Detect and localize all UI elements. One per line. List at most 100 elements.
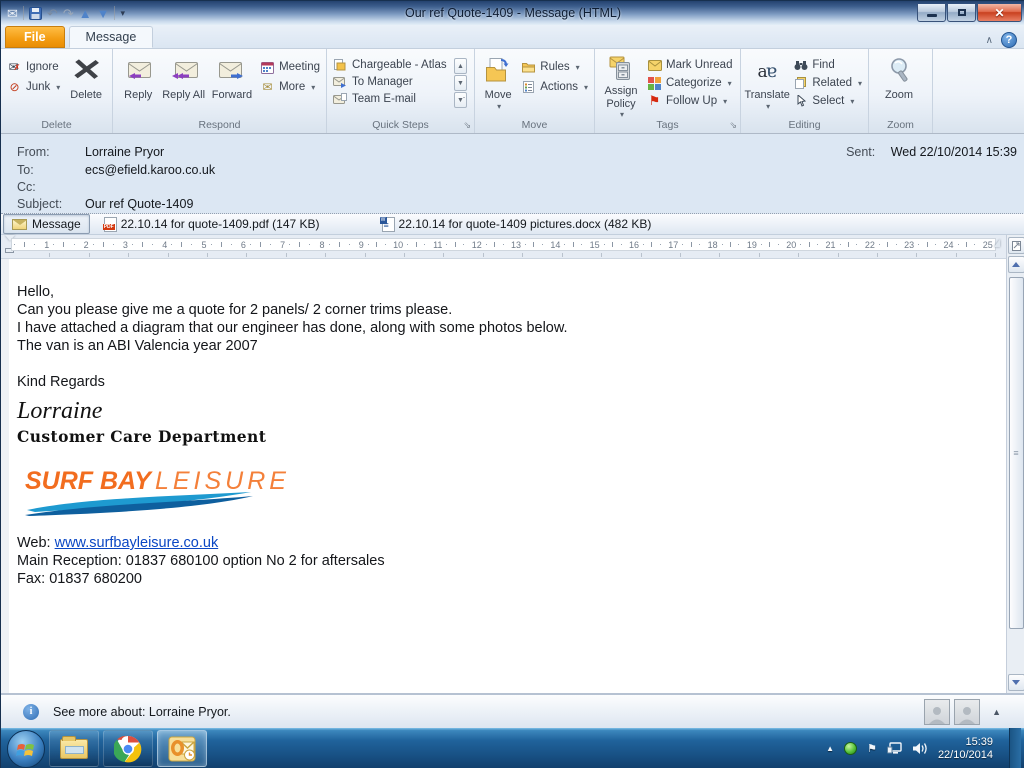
subject-label: Subject: xyxy=(17,197,63,211)
action-center-flag-icon[interactable]: ⚑ xyxy=(867,742,877,755)
vertical-scrollbar[interactable]: ≡ xyxy=(1006,235,1024,693)
reply-all-button[interactable]: Reply All xyxy=(160,52,206,116)
related-button[interactable]: Related xyxy=(790,75,865,91)
tray-status-icon[interactable] xyxy=(844,742,858,755)
system-tray: ▲ ⚑ 15:39 22/10/2014 xyxy=(826,728,1024,768)
ruler-segment: 16 xyxy=(602,240,641,250)
translate-button[interactable]: aɐ Translate xyxy=(744,52,790,116)
ribbon-tab-row: File Message ∧ ? xyxy=(1,25,1024,49)
taskbar-outlook-button[interactable] xyxy=(157,730,207,767)
quick-step-team-email[interactable]: Team E-mail xyxy=(330,91,452,107)
quick-steps-scroll-up[interactable]: ▲ xyxy=(454,58,467,74)
logo-text-secondary: LEISURE xyxy=(154,467,290,495)
taskbar: ▲ ⚑ 15:39 22/10/2014 xyxy=(1,728,1024,768)
ruler-segment: 14 xyxy=(523,240,562,250)
reply-button[interactable]: Reply xyxy=(116,52,160,116)
quick-step-to-manager[interactable]: To Manager xyxy=(330,74,452,90)
ruler-toggle-button[interactable] xyxy=(1007,237,1024,254)
signature-name: Lorraine xyxy=(17,398,103,424)
restore-button[interactable] xyxy=(947,4,976,22)
outlook-icon xyxy=(168,736,196,761)
show-desktop-button[interactable] xyxy=(1009,728,1021,768)
select-button[interactable]: Select xyxy=(790,93,865,109)
rules-button[interactable]: Rules xyxy=(518,59,591,75)
actions-button[interactable]: Actions xyxy=(518,79,591,95)
forward-button[interactable]: Forward xyxy=(207,52,257,116)
quick-step-chargeable-atlas[interactable]: Chargeable - Atlas xyxy=(330,57,452,73)
help-icon[interactable]: ? xyxy=(1001,32,1017,48)
minimize-button[interactable] xyxy=(917,4,946,22)
ruler-segment: 22 xyxy=(838,240,877,250)
from-label: From: xyxy=(17,145,50,159)
categorize-button[interactable]: Categorize xyxy=(644,75,735,91)
ignore-button[interactable]: ✉ ✗ Ignore xyxy=(4,59,63,75)
taskbar-clock[interactable]: 15:39 22/10/2014 xyxy=(938,736,999,762)
mark-unread-button[interactable]: Mark Unread xyxy=(644,57,735,73)
start-button[interactable] xyxy=(7,729,45,768)
fax-line: Fax: 01837 680200 xyxy=(17,571,142,587)
taskbar-explorer-button[interactable] xyxy=(49,730,99,767)
zoom-button[interactable]: Zoom xyxy=(872,52,926,116)
avatar[interactable] xyxy=(924,698,951,725)
move-button[interactable]: Move xyxy=(478,52,518,116)
delete-button[interactable]: ✕ Delete xyxy=(63,52,109,116)
junk-button[interactable]: ⊘ Junk xyxy=(4,79,63,95)
scroll-down-button[interactable] xyxy=(1007,674,1024,691)
tray-expand-icon[interactable]: ▲ xyxy=(826,744,834,753)
attachment-pdf[interactable]: PDF 22.10.14 for quote-1409.pdf (147 KB) xyxy=(102,216,320,232)
ruler-segment: 13 xyxy=(484,240,523,250)
message-body[interactable]: Hello, Can you please give me a quote fo… xyxy=(1,259,1006,693)
chrome-icon xyxy=(114,735,142,762)
dialog-launcher-icon[interactable]: ⇘ xyxy=(729,120,737,131)
cc-label: Cc: xyxy=(17,180,36,194)
title-bar: ✉ ↶ ↷ ▲ ▼ ▾ Our ref Quote-1409 - Message… xyxy=(1,1,1024,25)
close-button[interactable]: ✕ xyxy=(977,4,1022,22)
web-label: Web: xyxy=(17,535,55,551)
ruler-zone: 1 2 3 4 5 6 7 8 9 10 11 12 13 14 15 16 17 18 19 20 21 22 23 24 2… xyxy=(1,235,1006,259)
to-label: To: xyxy=(17,163,34,177)
body-line: I have attached a diagram that our engin… xyxy=(17,320,568,336)
ruler-segment: 18 xyxy=(680,240,719,250)
body-line: Hello, xyxy=(17,284,55,300)
volume-icon[interactable] xyxy=(912,742,928,755)
quick-step-envelope-page-icon xyxy=(332,92,347,106)
more-respond-button[interactable]: ✉ More xyxy=(257,79,323,95)
quick-steps-more[interactable]: ▼̄ xyxy=(454,92,467,108)
scroll-thumb[interactable]: ≡ xyxy=(1008,277,1024,629)
translate-icon: aɐ xyxy=(757,59,777,82)
avatar[interactable] xyxy=(954,698,981,725)
dialog-launcher-icon[interactable]: ⇘ xyxy=(463,120,471,131)
body-line: Can you please give me a quote for 2 pan… xyxy=(17,302,453,318)
taskbar-chrome-button[interactable] xyxy=(103,730,153,767)
junk-icon: ⊘ xyxy=(9,80,20,94)
scroll-up-button[interactable] xyxy=(1007,256,1024,273)
to-value: ecs@efield.karoo.co.uk xyxy=(85,163,216,177)
ruler-segment: 4 xyxy=(130,240,169,250)
tab-message[interactable]: Message xyxy=(68,26,154,48)
surf-bay-leisure-logo: SURF BAY LEISURE xyxy=(25,469,286,516)
word-file-icon: W ≡ xyxy=(379,216,395,232)
scroll-track[interactable]: ≡ xyxy=(1008,275,1024,670)
group-respond: Reply Reply All Forward Meeting ✉ More ▾… xyxy=(113,49,327,133)
network-icon[interactable] xyxy=(886,742,903,755)
group-tags: Assign Policy Mark Unread Categorize ⚑ xyxy=(595,49,741,133)
follow-up-button[interactable]: ⚑ Follow Up xyxy=(644,93,735,109)
attachment-docx[interactable]: W ≡ 22.10.14 for quote-1409 pictures.docx… xyxy=(379,216,651,232)
ruler-segment: 6 xyxy=(209,240,248,250)
group-editing: aɐ Translate Find Related xyxy=(741,49,869,133)
assign-policy-button[interactable]: Assign Policy xyxy=(598,52,644,116)
reception-line: Main Reception: 01837 680100 option No 2… xyxy=(17,553,385,569)
info-icon: i xyxy=(23,703,39,720)
expand-people-pane-icon[interactable]: ▲ xyxy=(992,707,1001,717)
message-view-toggle[interactable]: Message xyxy=(3,214,90,234)
tab-file[interactable]: File xyxy=(5,26,65,48)
collapse-ribbon-icon[interactable]: ∧ xyxy=(986,35,993,46)
quick-steps-scroll-down[interactable]: ▼ xyxy=(454,75,467,91)
website-link[interactable]: www.surfbayleisure.co.uk xyxy=(55,535,219,551)
meeting-button[interactable]: Meeting xyxy=(257,59,323,75)
horizontal-ruler[interactable]: 1 2 3 4 5 6 7 8 9 10 11 12 13 14 15 16 17 18 19 20 21 22 23 24 2… xyxy=(11,238,996,251)
find-button[interactable]: Find xyxy=(790,57,865,73)
ruler-segment: 15 xyxy=(562,240,601,250)
group-zoom: Zoom Zoom xyxy=(869,49,933,133)
message-header: From: Lorraine Pryor To: ecs@efield.karoo.… xyxy=(1,134,1024,213)
